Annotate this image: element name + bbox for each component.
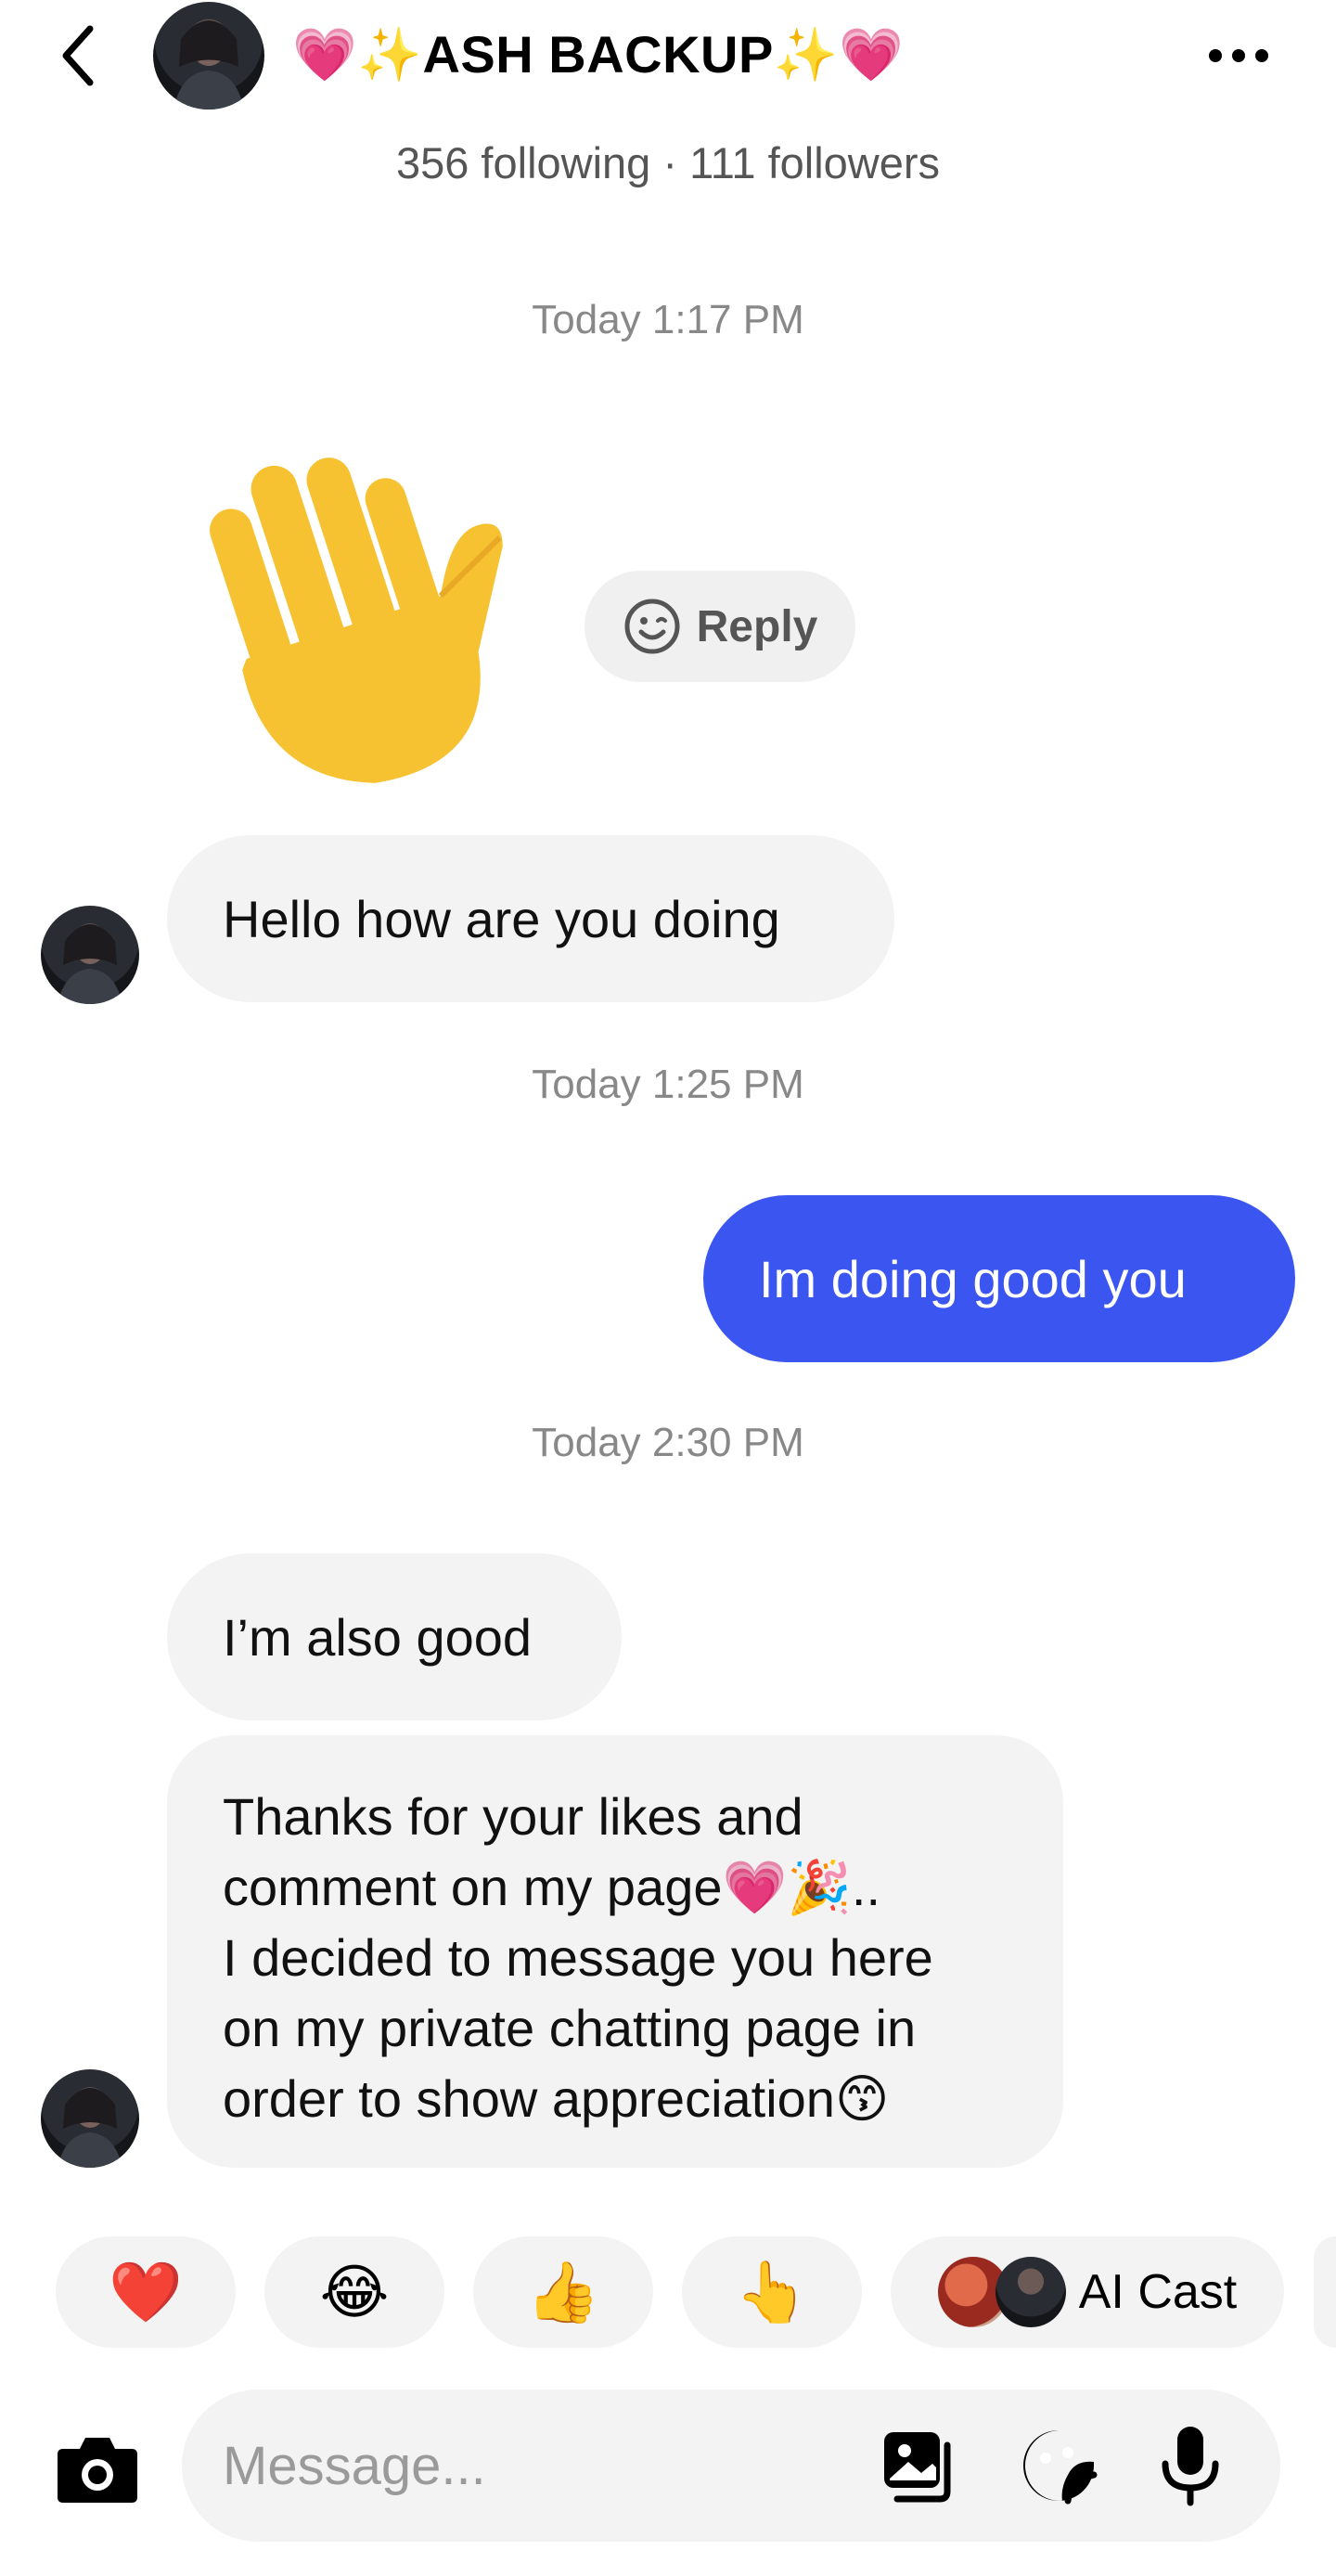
avatar[interactable]	[41, 906, 139, 1004]
quick-reply-thumbs-up[interactable]: 👍	[473, 2236, 653, 2348]
message-line: order to show appreciation😙	[223, 2069, 890, 2128]
message-bubble[interactable]: Thanks for your likes and comment on my …	[167, 1735, 1063, 2168]
message-line: Thanks for your likes and	[223, 1787, 803, 1846]
camera-button[interactable]	[51, 2422, 144, 2515]
quick-reply-overflow[interactable]	[1314, 2236, 1336, 2348]
contact-name[interactable]: 💗✨ASH BACKUP✨💗	[292, 24, 904, 85]
quick-reply-heart[interactable]: ❤️	[56, 2236, 236, 2348]
avatar[interactable]	[41, 2069, 139, 2168]
waving-hand-icon[interactable]	[173, 438, 544, 809]
avatar[interactable]	[153, 2, 264, 109]
ai-cast-button[interactable]: AI Cast	[891, 2236, 1284, 2348]
microphone-icon[interactable]	[1149, 2424, 1232, 2507]
message-text: I’m also good	[223, 1607, 533, 1667]
message-composer	[182, 2389, 1280, 2542]
gallery-icon[interactable]	[878, 2424, 961, 2507]
message-text: Thanks for your likes and comment on my …	[223, 1782, 933, 2134]
chat-header: 💗✨ASH BACKUP✨💗	[0, 0, 1336, 121]
message-text: Im doing good you	[759, 1249, 1187, 1308]
follow-info: 356 following · 111 followers	[395, 138, 941, 187]
timestamp: Today 1:17 PM	[532, 297, 804, 342]
ai-cast-label: AI Cast	[1078, 2265, 1238, 2319]
message-bubble-sent[interactable]: Im doing good you	[703, 1195, 1295, 1362]
message-line: comment on my page💗🎉..	[223, 1858, 881, 1916]
more-options-icon[interactable]	[1197, 37, 1280, 74]
message-text: Hello how are you doing	[223, 889, 780, 948]
message-bubble[interactable]: Hello how are you doing	[167, 835, 894, 1002]
reply-label: Reply	[696, 601, 818, 651]
message-line: I decided to message you here	[223, 1928, 933, 1987]
chat-screen: 💗✨ASH BACKUP✨💗 356 following · 111 follo…	[0, 0, 1336, 2576]
quick-reply-laughing[interactable]: 😂	[264, 2236, 444, 2348]
timestamp: Today 1:25 PM	[532, 1062, 804, 1107]
message-line: on my private chatting page in	[223, 1999, 917, 2057]
sticker-icon[interactable]	[1017, 2424, 1100, 2507]
reply-button[interactable]: Reply	[584, 571, 855, 682]
back-button[interactable]	[45, 19, 109, 93]
ai-cast-avatar	[995, 2257, 1066, 2327]
message-bubble[interactable]: I’m also good	[167, 1553, 622, 1720]
quick-reply-pointing[interactable]: 👆	[682, 2236, 862, 2348]
camera-icon	[58, 2438, 137, 2503]
smile-icon	[624, 599, 680, 654]
message-input[interactable]	[223, 2421, 854, 2510]
timestamp: Today 2:30 PM	[532, 1420, 804, 1465]
chevron-left-icon	[62, 25, 94, 86]
